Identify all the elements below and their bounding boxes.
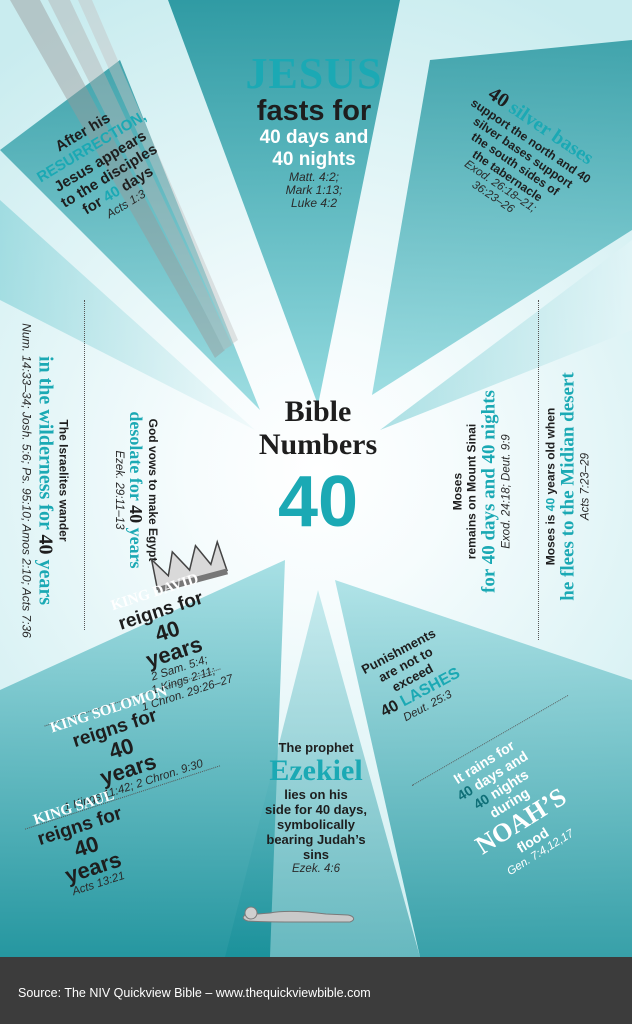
reclining-figure-icon xyxy=(240,900,360,926)
wilderness-line-1: The Israelites wander xyxy=(56,419,71,542)
jesus-line-2: 40 days and xyxy=(259,127,369,148)
wilderness-line-2-post: years xyxy=(34,554,57,606)
sinai-line-2: remains on Mount Sinai xyxy=(464,423,479,560)
wilderness-line-2-pre: in the wilderness for xyxy=(34,355,57,535)
midian-ref: Acts 7:23–29 xyxy=(579,452,592,521)
wilderness-line-2: in the wilderness for 40 years xyxy=(34,301,57,661)
footer: Source: The NIV Quickview Bible – www.th… xyxy=(0,957,632,1024)
ezekiel-line-5: bearing Judah’s xyxy=(266,832,366,847)
ezekiel-block: The prophet Ezekiel lies on his side for… xyxy=(232,740,400,876)
jesus-block: JESUS fasts for 40 days and 40 nights Ma… xyxy=(210,52,418,210)
wilderness-block: The Israelites wander in the wilderness … xyxy=(20,301,71,661)
wilderness-ref: Num. 14:33–34; Josh. 5:6; Ps. 95:10; Amo… xyxy=(19,323,34,638)
egypt-ref: Ezek. 29:11–13 xyxy=(113,450,125,530)
ezekiel-name: Ezekiel xyxy=(269,754,363,787)
divider-left xyxy=(84,300,85,630)
sinai-line-3: for 40 days and 40 nights xyxy=(478,390,500,593)
jesus-line-3: 40 nights xyxy=(272,149,356,170)
midian-line-1-post: years old when xyxy=(543,407,558,498)
title-block: Bible Numbers 40 xyxy=(226,395,410,543)
title-line-1: Bible xyxy=(284,395,352,428)
ezekiel-line-2: lies on his xyxy=(284,787,348,802)
midian-block: Moses is 40 years old when he flees to t… xyxy=(544,357,593,617)
midian-line-2: he flees to the Midian desert xyxy=(557,372,579,601)
title-line-2: Numbers xyxy=(258,428,378,461)
jesus-heading: JESUS xyxy=(245,49,383,98)
egypt-line-2-post: years xyxy=(126,523,146,569)
divider-right xyxy=(538,300,539,640)
sinai-line-1: Moses xyxy=(450,472,465,511)
title-number: 40 xyxy=(277,462,359,542)
midian-line-1: Moses is 40 years old when xyxy=(544,357,558,617)
footer-source: Source: The NIV Quickview Bible – www.th… xyxy=(18,986,371,1000)
midian-line-1-num: 40 xyxy=(543,497,558,512)
jesus-line-1: fasts for xyxy=(256,95,372,127)
egypt-line-2-num: 40 xyxy=(126,505,146,524)
jesus-ref-3: Luke 4:2 xyxy=(290,196,338,210)
wilderness-line-2-num: 40 xyxy=(34,534,57,555)
ezekiel-ref: Ezek. 4:6 xyxy=(292,863,340,875)
egypt-line-2-pre: desolate for xyxy=(126,411,146,506)
ezekiel-line-1: The prophet xyxy=(278,740,354,755)
ezekiel-line-4: symbolically xyxy=(276,817,356,832)
ezekiel-line-6: sins xyxy=(302,847,329,862)
ezekiel-line-3: side for 40 days, xyxy=(265,802,367,817)
sinai-block: Moses remains on Mount Sinai for 40 days… xyxy=(451,382,514,602)
midian-line-1-pre: Moses is xyxy=(543,511,558,566)
egypt-line-2: desolate for 40 years xyxy=(125,390,146,590)
sinai-ref: Exod. 24:18; Deut. 9:9 xyxy=(500,434,513,549)
